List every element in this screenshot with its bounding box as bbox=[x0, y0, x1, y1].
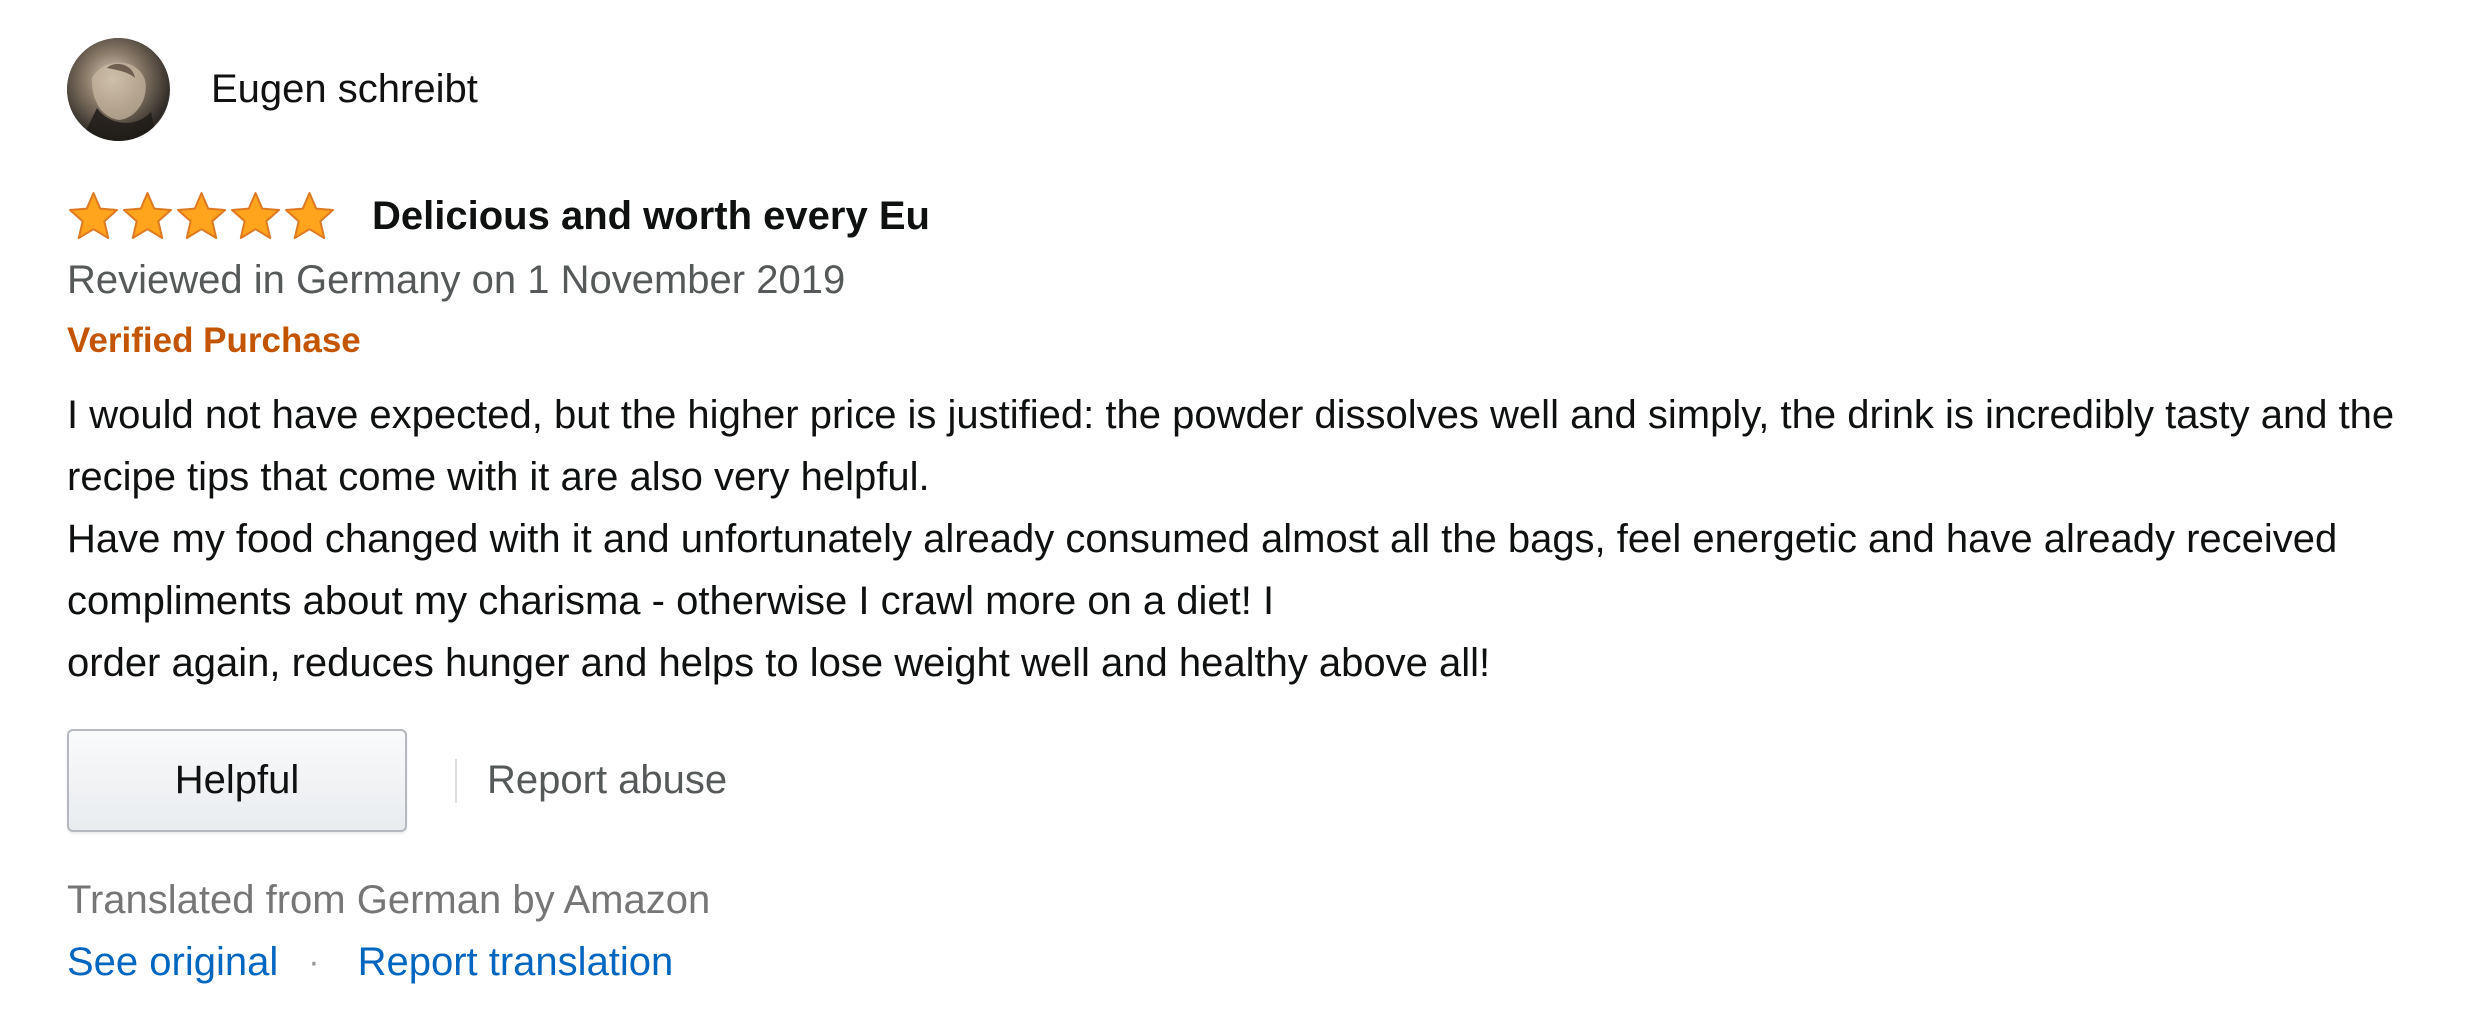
avatar-photo-icon bbox=[67, 38, 170, 141]
review-actions: Helpful Report abuse bbox=[67, 729, 2447, 832]
review-body-paragraph: I would not have expected, but the highe… bbox=[67, 393, 2395, 499]
star-rating[interactable] bbox=[67, 190, 337, 242]
star-icon bbox=[121, 190, 174, 242]
star-icon bbox=[175, 190, 228, 242]
review-title-row: Delicious and worth every Eu bbox=[67, 188, 2447, 244]
report-abuse-link[interactable]: Report abuse bbox=[487, 758, 727, 803]
link-separator: · bbox=[308, 943, 320, 981]
avatar[interactable] bbox=[67, 38, 170, 141]
translation-links: See original · Report translation bbox=[67, 938, 2447, 986]
action-divider bbox=[455, 758, 457, 803]
report-translation-link[interactable]: Report translation bbox=[358, 938, 674, 986]
star-icon bbox=[67, 190, 120, 242]
see-original-link[interactable]: See original bbox=[67, 938, 278, 986]
review-body-paragraph: Have my food changed with it and unfortu… bbox=[67, 517, 2338, 623]
review-body: I would not have expected, but the highe… bbox=[67, 384, 2447, 694]
translation-note: Translated from German by Amazon bbox=[67, 878, 711, 922]
star-icon bbox=[229, 190, 282, 242]
verified-purchase-badge[interactable]: Verified Purchase bbox=[67, 320, 2447, 362]
review-body-paragraph: order again, reduces hunger and helps to… bbox=[67, 641, 1491, 685]
review-title[interactable]: Delicious and worth every Eu bbox=[372, 194, 930, 239]
review-date: Reviewed in Germany on 1 November 2019 bbox=[67, 258, 846, 302]
reviewer-profile: Eugen schreibt bbox=[67, 38, 2447, 141]
star-icon bbox=[283, 190, 336, 242]
helpful-button[interactable]: Helpful bbox=[67, 729, 407, 832]
reviewer-name[interactable]: Eugen schreibt bbox=[211, 67, 478, 112]
review-card: Eugen schreibt Delicious and worth every… bbox=[67, 38, 2447, 986]
